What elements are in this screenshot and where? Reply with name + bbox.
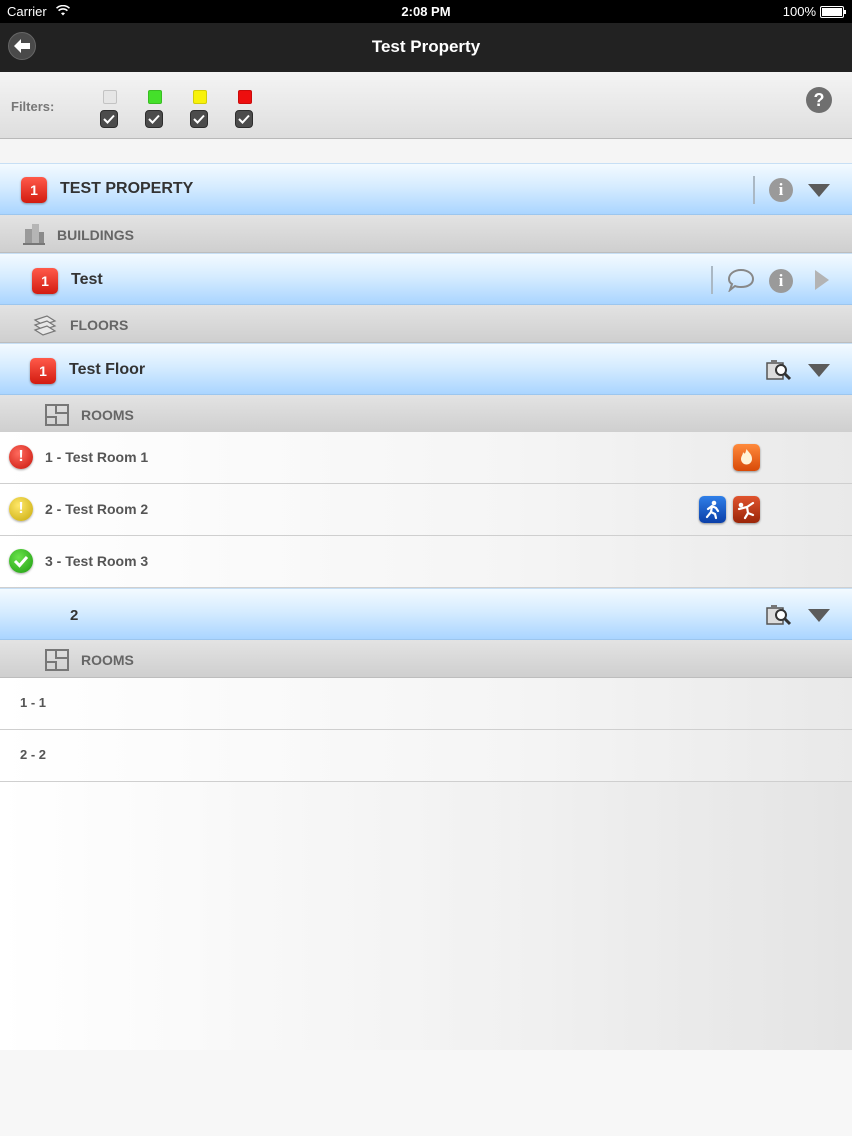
floors-label: FLOORS <box>70 317 129 333</box>
divider <box>711 266 713 294</box>
floor-title: 2 <box>70 607 79 624</box>
room-label: 3 - Test Room 3 <box>45 553 149 569</box>
checkmark-icon <box>103 114 115 124</box>
room-label: 1 - 1 <box>20 695 47 710</box>
running-person-icon[interactable] <box>699 496 726 523</box>
battery-percentage: 100% <box>782 4 816 19</box>
floor-title: Test Floor <box>69 361 146 378</box>
building-title: Test <box>71 271 103 288</box>
checkmark-icon <box>238 114 250 124</box>
navigation-bar: Test Property <box>0 23 852 73</box>
page-title: Test Property <box>371 37 481 56</box>
content-background <box>0 782 852 1050</box>
room-row[interactable]: 3 - Test Room 3 <box>0 536 852 588</box>
falling-person-icon[interactable] <box>733 496 760 523</box>
collapse-arrow-icon[interactable] <box>808 184 830 197</box>
comment-icon[interactable] <box>727 268 755 292</box>
room-row[interactable]: 2 - 2 <box>0 730 852 782</box>
rooms-label: ROOMS <box>81 407 134 423</box>
info-icon[interactable]: i <box>769 178 793 202</box>
buildings-label: BUILDINGS <box>57 227 134 243</box>
battery-icon <box>820 6 846 18</box>
buildings-section-header: BUILDINGS <box>0 215 852 253</box>
checkmark-icon <box>193 114 205 124</box>
floor-count-badge: 1 <box>30 358 56 384</box>
rooms-section-header: ROOMS <box>0 640 852 678</box>
room-label: 2 - Test Room 2 <box>45 501 149 517</box>
divider <box>753 176 755 204</box>
filters-panel: Filters: <box>0 72 852 139</box>
floor-plan-search-icon[interactable] <box>765 602 793 628</box>
error-status-icon: ! <box>9 445 33 469</box>
collapse-arrow-icon[interactable] <box>808 364 830 377</box>
ok-status-icon <box>9 549 33 573</box>
room-row[interactable]: ! 2 - Test Room 2 <box>0 484 852 536</box>
building-row[interactable]: 1 Test i <box>0 253 852 305</box>
collapse-arrow-icon[interactable] <box>808 609 830 622</box>
building-count-badge: 1 <box>32 268 58 294</box>
floors-icon <box>33 315 57 336</box>
warning-status-icon: ! <box>9 497 33 521</box>
room-label: 2 - 2 <box>20 747 47 762</box>
room-row[interactable]: ! 1 - Test Room 1 <box>0 432 852 484</box>
info-icon[interactable]: i <box>769 269 793 293</box>
room-plan-icon <box>45 404 69 426</box>
room-row[interactable]: 1 - 1 <box>0 678 852 730</box>
filter-green-checkbox[interactable] <box>145 110 163 128</box>
filter-color-swatch <box>193 90 207 104</box>
help-button[interactable]: ? <box>806 87 832 113</box>
filter-yellow <box>190 90 210 128</box>
floor-row[interactable]: 1 Test Floor <box>0 343 852 395</box>
spacer <box>0 139 852 163</box>
filter-red <box>235 90 255 128</box>
bottom-area <box>0 1050 852 1136</box>
filter-color-swatch <box>148 90 162 104</box>
room-label: 1 - Test Room 1 <box>45 449 149 465</box>
filters-label: Filters: <box>11 99 55 114</box>
property-row[interactable]: 1 TEST PROPERTY i <box>0 163 852 215</box>
property-title: TEST PROPERTY <box>60 180 194 197</box>
floors-section-header: FLOORS <box>0 305 852 343</box>
clock: 2:08 PM <box>401 4 451 19</box>
filter-yellow-checkbox[interactable] <box>190 110 208 128</box>
rooms-section-header: ROOMS <box>0 395 852 433</box>
filter-color-swatch <box>238 90 252 104</box>
filter-color-swatch <box>103 90 117 104</box>
floor-plan-search-icon[interactable] <box>765 357 793 383</box>
rooms-label: ROOMS <box>81 652 134 668</box>
fire-hand-icon[interactable] <box>733 444 760 471</box>
checkmark-icon <box>148 114 160 124</box>
filter-grey-checkbox[interactable] <box>100 110 118 128</box>
filter-green <box>145 90 165 128</box>
building-icon <box>23 224 45 245</box>
floor-row[interactable]: 2 <box>0 588 852 640</box>
filter-grey <box>100 90 120 128</box>
property-count-badge: 1 <box>21 177 47 203</box>
status-bar: Carrier 2:08 PM 100% <box>0 0 852 23</box>
room-plan-icon <box>45 649 69 671</box>
filter-red-checkbox[interactable] <box>235 110 253 128</box>
expand-arrow-icon[interactable] <box>815 270 829 290</box>
